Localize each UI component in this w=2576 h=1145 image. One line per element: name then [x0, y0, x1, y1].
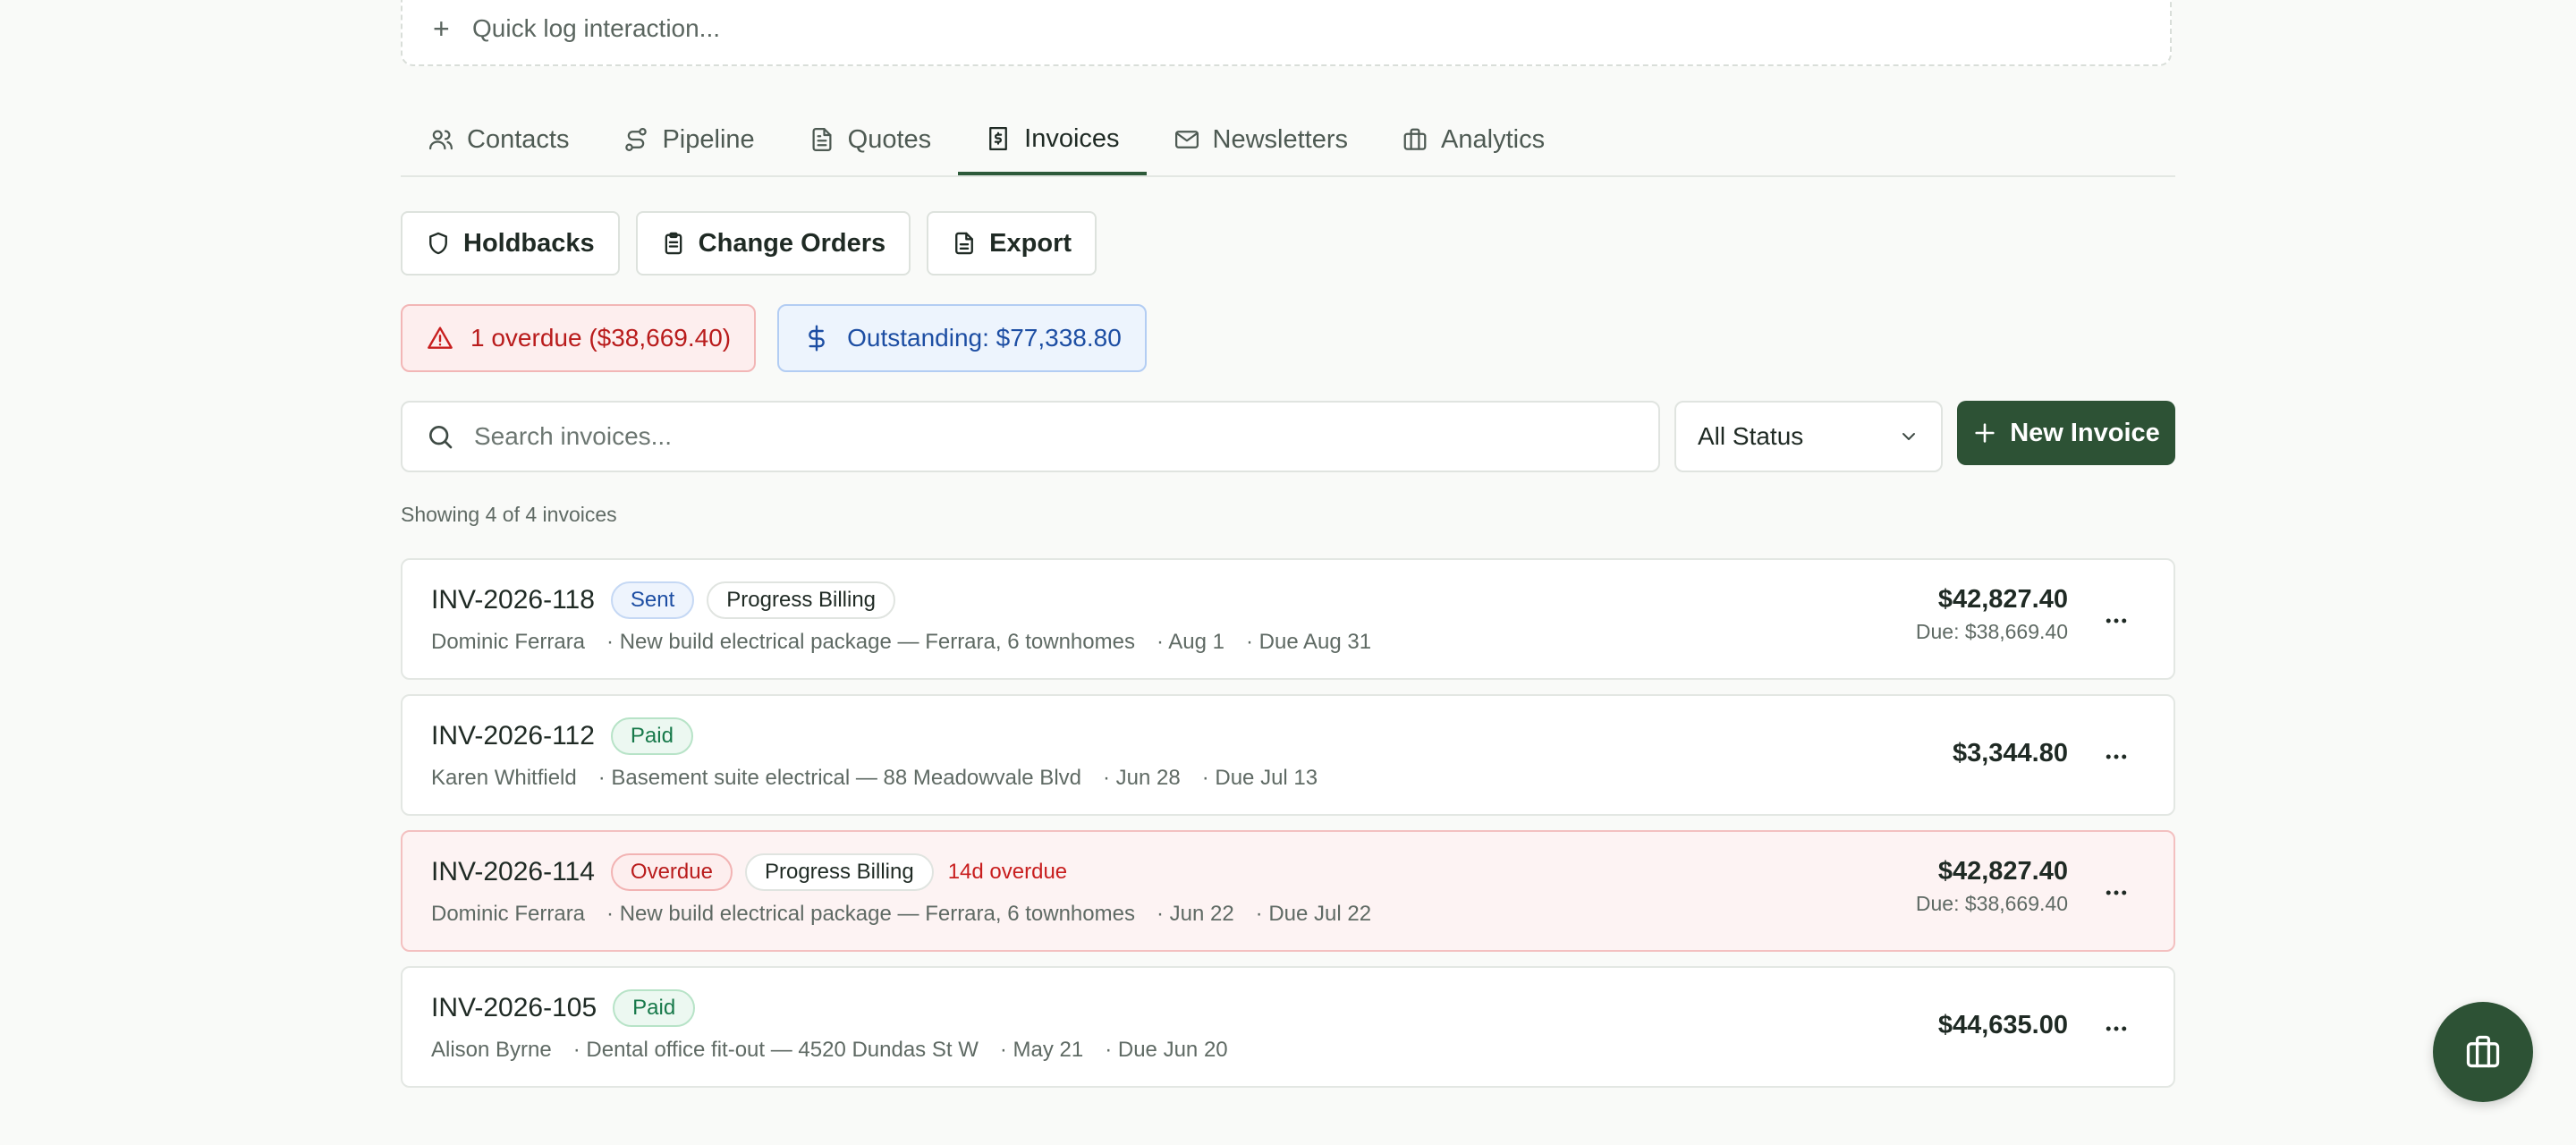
client-name: Dominic Ferrara	[431, 630, 586, 654]
tab-label: Pipeline	[662, 124, 755, 154]
invoice-number: INV-2026-112	[431, 721, 595, 751]
tab-newsletters[interactable]: Newsletters	[1147, 106, 1376, 174]
amount-block: $44,635.00	[1938, 1011, 2068, 1040]
due-date: · Due Jun 20	[1105, 1038, 1228, 1062]
tab-bar: Contacts Pipeline Quotes Invoices Newsle…	[401, 106, 2175, 177]
due-date: · Due Aug 31	[1246, 630, 1372, 654]
due-date: · Due Jul 22	[1255, 902, 1372, 926]
invoice-amount: $3,344.80	[1952, 739, 2068, 768]
more-options-icon[interactable]	[2100, 877, 2132, 909]
document-icon	[812, 128, 832, 151]
new-invoice-label: New Invoice	[2010, 418, 2160, 447]
overdue-alert[interactable]: 1 overdue ($38,669.40)	[401, 304, 757, 372]
tab-analytics[interactable]: Analytics	[1375, 106, 1572, 174]
more-options-icon[interactable]	[2100, 605, 2132, 637]
amount-block: $3,344.80	[1953, 739, 2068, 768]
briefcase-icon	[1403, 128, 1427, 150]
export-button[interactable]: Export	[927, 211, 1097, 276]
tab-invoices[interactable]: Invoices	[958, 106, 1147, 175]
invoice-amount: $42,827.40	[1937, 585, 2068, 614]
summary-alerts: 1 overdue ($38,669.40) Outstanding: $77,…	[401, 304, 1147, 372]
change-orders-button[interactable]: Change Orders	[635, 211, 911, 276]
change-orders-label: Change Orders	[698, 228, 886, 258]
new-invoice-button[interactable]: New Invoice	[1957, 401, 2175, 465]
invoice-card[interactable]: INV-2026-112 Paid Karen Whitfield · Base…	[401, 694, 2175, 816]
result-count: Showing 4 of 4 invoices	[401, 503, 617, 526]
billing-type-badge: Progress Billing	[707, 581, 896, 619]
due-date: · Due Jul 13	[1201, 766, 1318, 790]
holdbacks-button[interactable]: Holdbacks	[401, 211, 620, 276]
warning-icon	[428, 327, 453, 349]
tab-label: Quotes	[847, 124, 932, 154]
amount-due: Due: $38,669.40	[1915, 892, 2068, 915]
invoice-card[interactable]: INV-2026-114 Overdue Progress Billing 14…	[401, 830, 2175, 952]
status-badge: Overdue	[610, 853, 733, 891]
invoice-icon	[989, 127, 1008, 150]
project-name: · Basement suite electrical — 88 Meadowv…	[597, 766, 1081, 790]
client-name: Karen Whitfield	[431, 766, 577, 790]
overdue-days: 14d overdue	[947, 860, 1068, 884]
status-badge: Paid	[610, 717, 693, 755]
route-icon	[625, 128, 648, 151]
plus-icon: +	[433, 13, 450, 45]
status-badge: Paid	[613, 989, 696, 1027]
tab-pipeline[interactable]: Pipeline	[596, 106, 781, 174]
amount-block: $42,827.40 Due: $38,669.40	[1916, 857, 2068, 916]
invoice-date: · Jun 28	[1103, 766, 1181, 790]
status-filter-select[interactable]: All Status	[1674, 401, 1943, 472]
tab-label: Analytics	[1441, 124, 1546, 154]
invoice-card[interactable]: INV-2026-118 Sent Progress Billing Domin…	[401, 558, 2175, 680]
outstanding-alert-text: Outstanding: $77,338.80	[847, 324, 1122, 352]
status-badge: Sent	[610, 581, 695, 619]
tab-label: Invoices	[1024, 123, 1120, 153]
invoice-amount: $42,827.40	[1937, 857, 2068, 886]
project-name: · New build electrical package — Ferrara…	[606, 902, 1135, 926]
invoice-card[interactable]: INV-2026-105 Paid Alison Byrne · Dental …	[401, 966, 2175, 1088]
status-filter-value: All Status	[1698, 422, 1804, 450]
quick-log-bar[interactable]: + Quick log interaction...	[401, 0, 2172, 66]
more-options-icon[interactable]	[2100, 1013, 2132, 1045]
shield-icon	[429, 232, 447, 255]
invoice-number: INV-2026-118	[431, 585, 595, 615]
amount-due: Due: $38,669.40	[1915, 620, 2068, 643]
invoice-amount: $44,635.00	[1937, 1011, 2068, 1039]
plus-icon	[1975, 423, 1995, 443]
invoice-date: · Jun 22	[1156, 902, 1234, 926]
quick-log-placeholder: Quick log interaction...	[472, 14, 721, 42]
action-buttons: Holdbacks Change Orders Export	[401, 211, 1097, 276]
invoice-number: INV-2026-114	[431, 857, 595, 886]
tab-contacts[interactable]: Contacts	[401, 106, 596, 174]
clipboard-icon	[665, 232, 682, 255]
client-name: Alison Byrne	[431, 1038, 552, 1062]
dollar-icon	[809, 325, 825, 352]
search-icon	[429, 426, 453, 449]
tab-label: Contacts	[467, 124, 570, 154]
floating-action-button[interactable]	[2433, 1002, 2533, 1102]
tab-quotes[interactable]: Quotes	[782, 106, 959, 174]
billing-type-badge: Progress Billing	[744, 853, 934, 891]
tab-label: Newsletters	[1212, 124, 1349, 154]
client-name: Dominic Ferrara	[431, 902, 586, 926]
more-options-icon[interactable]	[2100, 741, 2132, 773]
export-label: Export	[989, 228, 1072, 258]
briefcase-icon	[2466, 1035, 2500, 1068]
project-name: · New build electrical package — Ferrara…	[606, 630, 1135, 654]
project-name: · Dental office fit-out — 4520 Dundas St…	[572, 1038, 979, 1062]
amount-block: $42,827.40 Due: $38,669.40	[1916, 585, 2068, 644]
mail-icon	[1174, 131, 1199, 148]
document-icon	[955, 232, 974, 255]
holdbacks-label: Holdbacks	[463, 228, 595, 258]
invoice-date: · Aug 1	[1156, 630, 1225, 654]
outstanding-alert[interactable]: Outstanding: $77,338.80	[777, 304, 1147, 372]
invoice-date: · May 21	[999, 1038, 1084, 1062]
overdue-alert-text: 1 overdue ($38,669.40)	[470, 324, 732, 352]
search-bar	[401, 401, 1660, 472]
chevron-down-icon	[1902, 433, 1915, 440]
search-input[interactable]	[472, 421, 1549, 452]
invoice-number: INV-2026-105	[431, 993, 597, 1022]
users-icon	[429, 130, 453, 150]
